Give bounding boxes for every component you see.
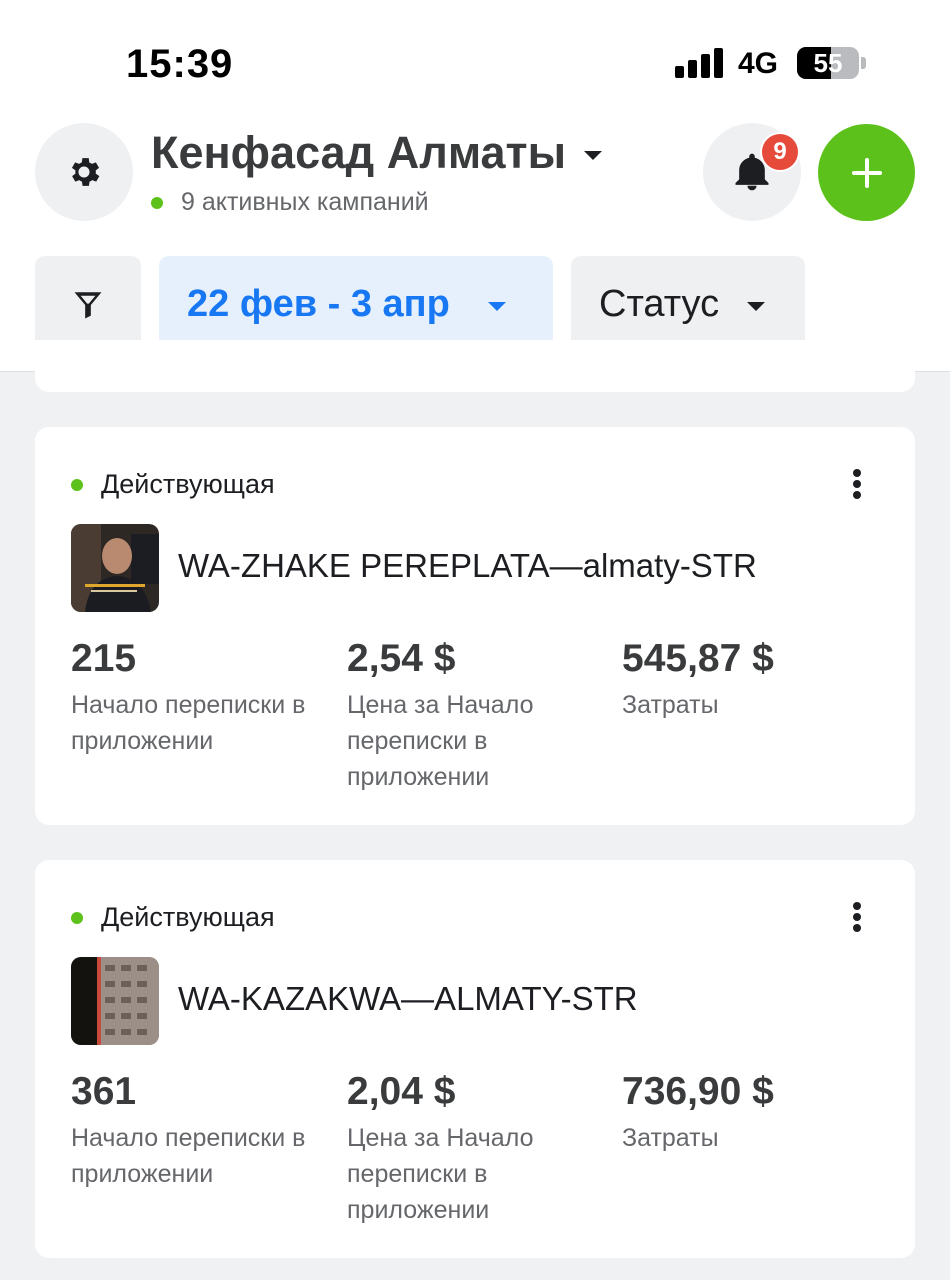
metric-label: Затраты [622,691,719,719]
metric-cost-per-result: 2,54 $ Цена за Начало переписки в прилож… [347,637,607,795]
campaign-name: WA-KAZAKWA—ALMATY-STR [178,980,638,1017]
metric-conversations: 361 Начало переписки в приложении [71,1070,331,1192]
campaign-status: Действующая [71,469,275,500]
more-options-icon[interactable] [847,900,867,934]
campaign-status-label: Действующая [101,902,275,932]
metric-spend: 736,90 $ Затраты [622,1070,882,1156]
account-name: Кенфасад Алматы [151,127,567,178]
active-dot-icon [151,196,163,209]
signal-icon [675,48,723,78]
status-dot-icon [71,911,83,924]
metric-label: Цена за Начало переписки в приложении [347,1124,534,1224]
battery-level: 55 [813,48,843,78]
status-selector[interactable]: Статус [571,256,805,353]
chevron-down-icon [747,302,766,311]
status-dot-icon [71,478,83,491]
account-selector[interactable]: Кенфасад Алматы [151,127,603,179]
network-type: 4G [738,47,779,80]
metric-value: 2,04 $ [347,1070,456,1113]
campaign-thumbnail [71,524,159,612]
notification-badge: 9 [760,132,800,172]
filter-button[interactable] [35,256,141,353]
add-campaign-button[interactable] [818,124,915,221]
previous-campaign-card[interactable] [35,340,915,392]
campaign-status-label: Действующая [101,469,275,499]
metric-spend: 545,87 $ Затраты [622,637,882,723]
metric-label: Затраты [622,1124,719,1152]
date-range-selector[interactable]: 22 фев - 3 апр [159,256,553,353]
metric-label: Начало переписки в приложении [71,691,306,755]
top-bar: 15:39 4G 55 Кенфасад Алматы 9 активных к… [0,0,950,372]
metric-cost-per-result: 2,04 $ Цена за Начало переписки в прилож… [347,1070,607,1228]
metric-value: 215 [71,637,137,680]
metric-conversations: 215 Начало переписки в приложении [71,637,331,759]
campaign-status: Действующая [71,902,275,933]
more-options-icon[interactable] [847,467,867,501]
plus-icon [851,157,882,188]
funnel-icon [74,291,102,318]
metric-value: 545,87 $ [622,637,774,680]
status-label: Статус [599,283,720,325]
campaign-card[interactable]: Действующая WA-ZHAKE PEREPLATA—almaty-ST… [35,427,915,825]
metric-label: Начало переписки в приложении [71,1124,306,1188]
settings-button[interactable] [35,123,133,221]
caret-down-icon [584,150,603,160]
battery-cap [861,57,866,69]
active-campaigns-status: 9 активных кампаний [151,188,429,217]
metric-value: 361 [71,1070,137,1113]
battery-icon: 55 [797,47,859,79]
metric-value: 736,90 $ [622,1070,774,1113]
chevron-down-icon [487,302,506,311]
campaign-card[interactable]: Действующая WA-KAZAKWA—ALMATY-STR 361 На… [35,860,915,1258]
status-time: 15:39 [126,42,234,86]
campaign-thumbnail [71,957,159,1045]
gear-icon [71,158,100,186]
metric-label: Цена за Начало переписки в приложении [347,691,534,791]
active-campaigns-count: 9 активных кампаний [181,188,429,216]
date-range-label: 22 фев - 3 апр [187,283,450,325]
campaign-name: WA-ZHAKE PEREPLATA—almaty-STR [178,547,757,584]
metric-value: 2,54 $ [347,637,456,680]
